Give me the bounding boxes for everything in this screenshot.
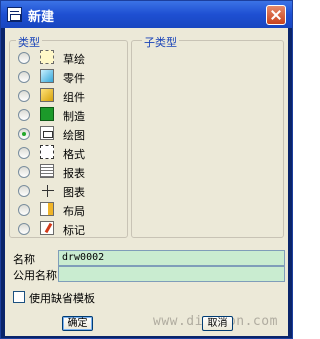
type-group-caption: 类型: [16, 34, 42, 50]
type-option-drawing[interactable]: 绘图: [18, 125, 123, 143]
type-label-diagram: 图表: [63, 186, 85, 199]
type-option-report[interactable]: 报表: [18, 163, 123, 181]
manufacturing-icon: [40, 107, 54, 121]
type-label-format: 格式: [63, 148, 85, 161]
subtype-group: 子类型: [131, 34, 284, 238]
type-label-manufacturing: 制造: [63, 110, 85, 123]
cancel-button[interactable]: 取消: [202, 316, 233, 331]
title-bar[interactable]: 新建: [1, 1, 292, 28]
dialog-body: 类型 草绘 零件 组件 制造 绘图 格式 报表 图表 布局 标记 子类型 名称 …: [5, 28, 288, 336]
use-default-template-checkbox[interactable]: 使用缺省模板: [13, 290, 97, 305]
type-label-drawing: 绘图: [63, 129, 85, 142]
use-default-template-label: 使用缺省模板: [29, 292, 95, 305]
type-option-assembly[interactable]: 组件: [18, 87, 123, 105]
type-option-layout[interactable]: 布局: [18, 201, 123, 219]
common-name-input[interactable]: [58, 266, 285, 282]
part-icon: [40, 69, 54, 83]
type-option-manufacturing[interactable]: 制造: [18, 106, 123, 124]
common-name-label: 公用名称: [13, 269, 57, 282]
window-icon: [7, 7, 22, 22]
type-label-part: 零件: [63, 72, 85, 85]
name-input[interactable]: drw0002: [58, 250, 285, 266]
sketch-icon: [40, 50, 54, 64]
radio-manufacturing[interactable]: [18, 109, 30, 121]
radio-drawing[interactable]: [18, 128, 30, 140]
markup-icon: [40, 221, 54, 235]
type-group: 类型 草绘 零件 组件 制造 绘图 格式 报表 图表 布局 标记: [9, 34, 128, 238]
radio-diagram[interactable]: [18, 185, 30, 197]
type-label-layout: 布局: [63, 205, 85, 218]
window-title: 新建: [28, 10, 55, 25]
type-label-sketch: 草绘: [63, 53, 85, 66]
radio-format[interactable]: [18, 147, 30, 159]
radio-report[interactable]: [18, 166, 30, 178]
type-option-markup[interactable]: 标记: [18, 220, 123, 238]
radio-sketch[interactable]: [18, 52, 30, 64]
subtype-group-caption: 子类型: [142, 34, 179, 50]
type-option-part[interactable]: 零件: [18, 68, 123, 86]
name-label: 名称: [13, 253, 35, 266]
diagram-icon: [40, 183, 54, 197]
type-option-sketch[interactable]: 草绘: [18, 49, 123, 67]
type-label-markup: 标记: [63, 224, 85, 237]
type-label-report: 报表: [63, 167, 85, 180]
report-icon: [40, 164, 54, 178]
radio-assembly[interactable]: [18, 90, 30, 102]
format-icon: [40, 145, 54, 159]
radio-part[interactable]: [18, 71, 30, 83]
type-label-assembly: 组件: [63, 91, 85, 104]
close-button[interactable]: [266, 5, 286, 25]
drawing-icon: [40, 126, 54, 140]
radio-markup[interactable]: [18, 223, 30, 235]
checkbox-box[interactable]: [13, 291, 25, 303]
type-option-format[interactable]: 格式: [18, 144, 123, 162]
radio-layout[interactable]: [18, 204, 30, 216]
assembly-icon: [40, 88, 54, 102]
layout-icon: [40, 202, 54, 216]
type-option-diagram[interactable]: 图表: [18, 182, 123, 200]
ok-button[interactable]: 确定: [62, 316, 93, 331]
new-dialog-window: 新建 类型 草绘 零件 组件 制造 绘图 格式 报表 图表 布局 标记 子类型 …: [0, 0, 293, 339]
